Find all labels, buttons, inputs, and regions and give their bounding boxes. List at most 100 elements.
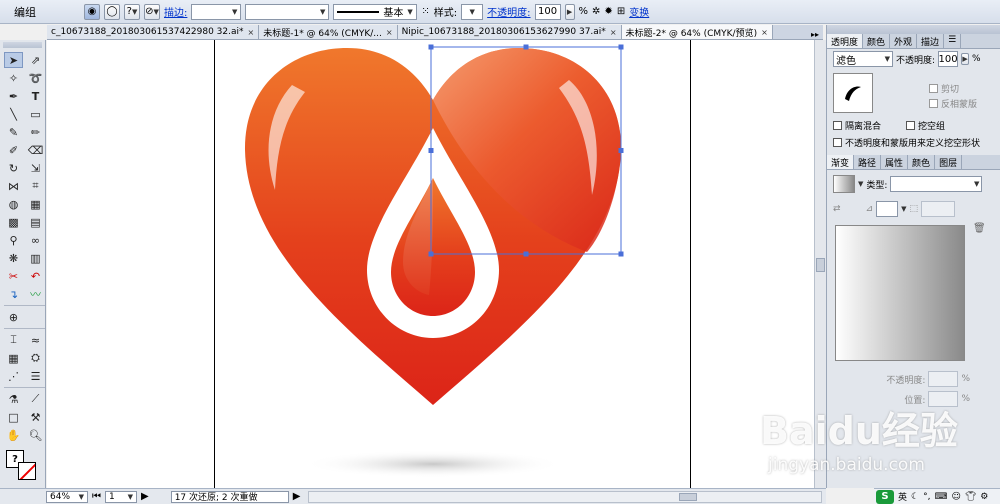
eraser-tool-icon[interactable]: ⌫ (26, 142, 45, 158)
slice-tool-icon[interactable]: ▦ (4, 350, 23, 366)
type-tool-icon[interactable]: T (26, 88, 45, 104)
panel-opacity-input[interactable]: 100 (938, 51, 959, 67)
close-icon[interactable]: × (761, 28, 768, 37)
stroke-weight-field[interactable]: ▼ (191, 3, 242, 20)
close-icon[interactable]: × (610, 28, 617, 37)
shape-builder-tool-icon[interactable]: ◍ (4, 196, 23, 212)
tab-layers[interactable]: 图层 (935, 155, 963, 169)
canvas[interactable] (47, 40, 814, 488)
tab-color-2[interactable]: 颜色 (908, 155, 936, 169)
selection-handle[interactable] (618, 44, 624, 50)
anchor-convert-tool-icon[interactable]: ↴ (4, 286, 23, 302)
close-icon[interactable]: × (386, 28, 393, 37)
status-menu-icon[interactable]: ▶ (293, 491, 301, 502)
first-page-icon[interactable]: ⏮ (92, 491, 101, 502)
perspective-grid-tool-icon[interactable]: ▦ (26, 196, 45, 212)
fill-swatch-button[interactable]: ◯ (104, 3, 120, 20)
delete-stop-icon[interactable]: 🗑︎ (973, 223, 986, 234)
zoom-tool-icon[interactable]: 🔍︎ (26, 427, 45, 443)
isolate-blend-checkbox[interactable] (833, 121, 842, 130)
help-button[interactable]: ? ▼ (124, 3, 140, 20)
crosshair-tool-icon[interactable]: ⊕ (4, 309, 23, 325)
tab-appearance[interactable]: 外观 (890, 34, 918, 48)
crop-tool-icon[interactable]: □ (4, 409, 23, 425)
tab-transparency[interactable]: 透明度 (827, 34, 864, 48)
selection-handle[interactable] (618, 251, 624, 257)
gradient-type-select[interactable]: ▼ (890, 176, 983, 192)
document-setup-icon[interactable]: ✹ (604, 6, 612, 17)
blob-brush-tool-icon[interactable]: ✐ (4, 142, 23, 158)
magic-wand-tool-icon[interactable]: ✧ (4, 70, 23, 86)
variable-width-dropdown[interactable]: ▼ (245, 3, 330, 20)
pencil-tool-icon[interactable]: ✏ (26, 124, 45, 140)
rectangle-tool-icon[interactable]: ▭ (26, 106, 45, 122)
brush-definition-dropdown[interactable]: 基本 ▼ (333, 3, 418, 20)
keyboard-icon[interactable]: ⌨ (934, 492, 947, 502)
tab-path[interactable]: 路径 (854, 155, 882, 169)
selection-handle[interactable] (428, 148, 434, 153)
skin-icon[interactable]: 👕︎ (965, 492, 976, 502)
selection-tool-icon[interactable]: ➤ (4, 52, 23, 68)
scissors-tool-icon[interactable]: ✂ (4, 268, 23, 284)
horizontal-scrollbar[interactable] (308, 490, 822, 503)
zoom-field[interactable]: 64% ▼ (46, 490, 88, 503)
knockout-group-checkbox[interactable] (906, 121, 916, 130)
fill-color-button[interactable]: ◉ (84, 3, 100, 20)
selection-handle[interactable] (523, 44, 529, 50)
punctuation-icon[interactable]: °, (923, 492, 930, 502)
user-icon[interactable]: ☺ (951, 492, 960, 502)
blend-mode-select[interactable]: 滤色 ▼ (833, 51, 893, 67)
column-graph-tool-icon[interactable]: ▥ (26, 250, 45, 266)
selection-handle[interactable] (428, 251, 434, 257)
opacity-link[interactable]: 不透明度: (487, 4, 530, 19)
invert-mask-checkbox[interactable] (929, 99, 938, 108)
eyedropper-tool-icon[interactable]: ⚲ (4, 232, 23, 248)
graph-tool-icon[interactable]: ⋰ (4, 368, 23, 384)
grid-icon[interactable]: ⁙ (421, 6, 429, 17)
selection-handle[interactable] (428, 44, 434, 50)
document-tab[interactable]: 未标题-1* @ 64% (CMYK/... × (259, 25, 398, 39)
tab-stroke[interactable]: 描边 (917, 34, 945, 48)
tab-color[interactable]: 颜色 (863, 34, 891, 48)
hand-tool-icon[interactable]: ✋ (4, 427, 23, 443)
smooth-tool-icon[interactable]: 〰 (26, 286, 45, 302)
tab-overflow-icon[interactable]: ▸▸ (807, 30, 823, 39)
gradient-preview[interactable] (835, 225, 965, 361)
scroll-thumb[interactable] (679, 492, 698, 501)
stroke-link[interactable]: 描边: (164, 4, 187, 19)
object-thumbnail[interactable] (833, 73, 873, 113)
scale-tool-icon[interactable]: ⇲ (26, 160, 45, 176)
angle-input[interactable] (876, 201, 899, 217)
free-transform-tool-icon[interactable]: ⌗ (26, 178, 45, 194)
clip-checkbox[interactable] (929, 84, 938, 93)
angle-dropdown-icon[interactable]: ▼ (901, 205, 906, 213)
ime-language[interactable]: 英 (898, 490, 907, 503)
panel-dock-header[interactable] (827, 25, 1000, 34)
tab-gradient[interactable]: 渐变 (827, 155, 855, 169)
rotate-tool-icon[interactable]: ↻ (4, 160, 23, 176)
opacity-slider-button[interactable]: ▶ (564, 3, 575, 20)
reverse-gradient-icon[interactable]: ⇄ (833, 204, 841, 214)
curvature-tool-icon[interactable]: ↶ (26, 268, 45, 284)
style-dropdown[interactable]: ▼ (461, 3, 484, 20)
panel-opacity-slider-button[interactable]: ▶ (961, 53, 970, 65)
opacity-input[interactable]: 100 (534, 3, 561, 20)
moon-icon[interactable]: ☾ (911, 492, 919, 502)
lasso-tool-icon[interactable]: ➰ (26, 70, 45, 86)
panel-grip[interactable] (3, 42, 42, 48)
ime-logo-icon[interactable]: S (876, 489, 894, 504)
line-tool-icon[interactable]: ╲ (4, 106, 23, 122)
measure-tool-icon[interactable]: ⚗ (4, 391, 23, 407)
tools-icon[interactable]: ⚙ (980, 492, 988, 502)
document-tab[interactable]: Nipic_10673188_20180306153627990 37.ai* … (397, 25, 622, 39)
next-page-icon[interactable]: ▶ (141, 491, 149, 502)
document-tab-active[interactable]: 未标题-2* @ 64% (CMYK/预览) × (621, 25, 773, 39)
list-tool-icon[interactable]: ☰ (26, 368, 45, 384)
page-field[interactable]: 1 ▼ (105, 490, 137, 503)
paintbrush-tool-icon[interactable]: ✎ (4, 124, 23, 140)
align-icon[interactable]: ⊞ (617, 6, 625, 17)
selection-handle[interactable] (523, 251, 529, 257)
gradient-swatch-dropdown-icon[interactable]: ▼ (858, 180, 863, 188)
stroke-swatch[interactable] (18, 462, 36, 480)
selection-handle[interactable] (618, 148, 624, 153)
